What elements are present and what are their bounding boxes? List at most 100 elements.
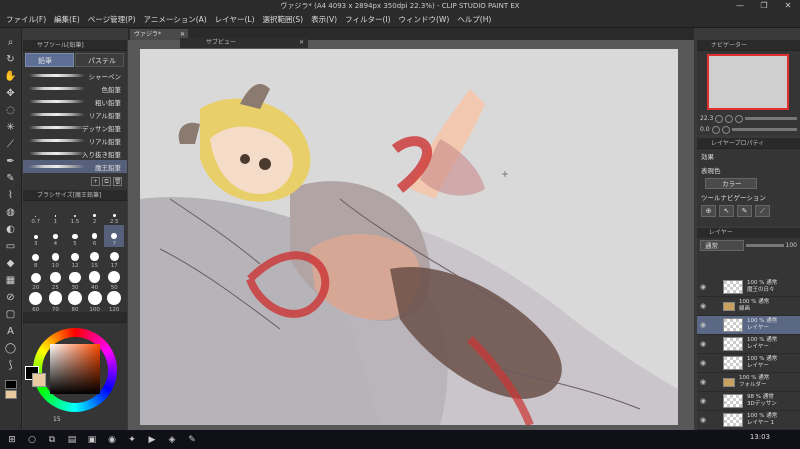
menu-file[interactable]: ファイル(F) [6, 14, 46, 25]
blend-mode-select[interactable]: 通常 [700, 239, 744, 251]
saturation-value-square[interactable] [50, 344, 100, 394]
pointer-icon[interactable]: ↖ [719, 205, 734, 217]
maximize-button[interactable]: ❐ [752, 0, 776, 12]
clipstudio-icon[interactable]: ✎ [184, 433, 200, 447]
menu-filter[interactable]: フィルター(I) [345, 14, 390, 25]
gradient-icon[interactable]: ▦ [3, 272, 19, 288]
search-icon[interactable]: ○ [24, 433, 40, 447]
tab-pencil[interactable]: 鉛筆 [25, 53, 74, 67]
layer-row[interactable]: ◉ 100 % 通常 レイヤー 1 [697, 411, 800, 430]
brush-size-cell[interactable]: 25 [46, 269, 66, 291]
brush-size-cell[interactable]: 60 [26, 291, 46, 313]
add-subtool-icon[interactable]: + [91, 177, 100, 186]
pencil-icon[interactable]: ✎ [3, 170, 19, 186]
zoom-out-icon[interactable] [715, 114, 724, 123]
eye-icon[interactable]: ◉ [697, 340, 709, 348]
eye-icon[interactable]: ◉ [697, 359, 709, 367]
layer-row[interactable]: ◉ 100 % 通常 線画 [697, 297, 800, 316]
canvas-artwork[interactable] [140, 49, 678, 425]
brush-icon[interactable]: ⌇ [3, 187, 19, 203]
layer-row[interactable]: ◉ 100 % 通常 レイヤー [697, 316, 800, 335]
pen-icon[interactable]: ✒ [3, 153, 19, 169]
eye-icon[interactable]: ◉ [697, 302, 709, 310]
rotate-icon[interactable]: ↻ [3, 51, 19, 67]
lasso-icon[interactable]: ◌ [3, 102, 19, 118]
twitter-icon[interactable]: ✦ [124, 433, 140, 447]
explorer-icon[interactable]: ▤ [64, 433, 80, 447]
brush-size-cell[interactable]: 2 [85, 203, 105, 225]
brush-size-cell[interactable]: 15 [85, 247, 105, 269]
layer-row[interactable]: ◉ 100 % 通常 フォルダー [697, 373, 800, 392]
figure-icon[interactable]: ⊘ [3, 289, 19, 305]
layer-row[interactable]: ◉ 100 % 通常 レイヤー [697, 335, 800, 354]
brush-size-cell[interactable]: 1.5 [65, 203, 85, 225]
pen-nav-icon[interactable]: ✎ [737, 205, 752, 217]
blend-icon[interactable]: ◐ [3, 221, 19, 237]
layer-row[interactable]: ◉ 100 % 通常 魔王の日々 [697, 278, 800, 297]
brush-size-cell[interactable]: 70 [46, 291, 66, 313]
brush-size-cell[interactable]: 10 [46, 247, 66, 269]
brush-size-cell[interactable]: 8 [26, 247, 46, 269]
brush-size-cell[interactable]: 20 [26, 269, 46, 291]
brush-size-cell[interactable]: 3 [26, 225, 46, 247]
store-icon[interactable]: ▣ [84, 433, 100, 447]
brush-size-cell[interactable]: 12 [65, 247, 85, 269]
eye-icon[interactable]: ◉ [697, 378, 709, 386]
display-color-select[interactable]: カラー [705, 178, 757, 189]
brush-item[interactable]: デッサン鉛筆 [23, 121, 127, 134]
eye-icon[interactable]: ◉ [697, 416, 709, 424]
hand-icon[interactable]: ✋ [3, 68, 19, 84]
delete-subtool-icon[interactable]: 🗑 [113, 177, 122, 186]
main-color-swatch[interactable] [4, 380, 17, 389]
airbrush-icon[interactable]: ◍ [3, 204, 19, 220]
background-color[interactable] [32, 373, 46, 387]
chrome-icon[interactable]: ◉ [104, 433, 120, 447]
balloon-icon[interactable]: ◯ [3, 340, 19, 356]
zoom-icon[interactable]: ⌕ [3, 34, 19, 50]
minimize-button[interactable]: — [728, 0, 752, 12]
task-view-icon[interactable]: ⧉ [44, 433, 60, 447]
menu-selection[interactable]: 選択範囲(S) [263, 14, 304, 25]
eraser-icon[interactable]: ▭ [3, 238, 19, 254]
menu-edit[interactable]: 編集(E) [54, 14, 80, 25]
brush-item[interactable]: 入り抜き鉛筆 [23, 147, 127, 160]
menu-animation[interactable]: アニメーション(A) [144, 14, 207, 25]
ruler-icon[interactable]: ⊕ [701, 205, 716, 217]
brush-item[interactable]: 色鉛筆 [23, 82, 127, 95]
brush-size-cell[interactable]: 6 [85, 225, 105, 247]
brush-size-cell[interactable]: 0.7 [26, 203, 46, 225]
eye-icon[interactable]: ◉ [697, 397, 709, 405]
tab-pastel[interactable]: パステル [75, 53, 124, 67]
brush-nav-icon[interactable]: ⟋ [755, 205, 770, 217]
eye-icon[interactable]: ◉ [697, 283, 709, 291]
menu-window[interactable]: ウィンドウ(W) [399, 14, 450, 25]
frame-icon[interactable]: ▢ [3, 306, 19, 322]
rotate-left-icon[interactable] [711, 125, 720, 134]
brush-size-cell[interactable]: 7 [104, 225, 124, 247]
menu-page[interactable]: ページ管理(P) [88, 14, 136, 25]
close-subview-icon[interactable]: ✕ [299, 38, 304, 48]
menu-layer[interactable]: レイヤー(L) [215, 14, 255, 25]
brush-size-cell[interactable]: 1 [46, 203, 66, 225]
windows-icon[interactable]: ⊞ [4, 433, 20, 447]
move-icon[interactable]: ✥ [3, 85, 19, 101]
rotate-slider[interactable] [731, 128, 797, 131]
brush-item[interactable]: 粗い鉛筆 [23, 95, 127, 108]
layer-row[interactable]: ◉ 100 % 通常 レイヤー [697, 354, 800, 373]
close-button[interactable]: ✕ [776, 0, 800, 12]
navigator-thumbnail[interactable] [707, 54, 789, 110]
auto-select-icon[interactable]: ✳ [3, 119, 19, 135]
zoom-in-icon[interactable] [725, 114, 734, 123]
brush-size-cell[interactable]: 120 [104, 291, 124, 313]
sub-color-swatch[interactable] [4, 390, 17, 399]
brush-size-cell[interactable]: 17 [104, 247, 124, 269]
brush-item[interactable]: リアル鉛筆 [23, 134, 127, 147]
fill-icon[interactable]: ◆ [3, 255, 19, 271]
rotate-right-icon[interactable] [721, 125, 730, 134]
brush-size-cell[interactable]: 50 [104, 269, 124, 291]
opacity-slider[interactable] [746, 243, 784, 247]
brush-item[interactable]: シャーペン [23, 69, 127, 82]
line-correct-icon[interactable]: ⟆ [3, 357, 19, 373]
brush-size-cell[interactable]: 30 [65, 269, 85, 291]
menu-view[interactable]: 表示(V) [311, 14, 337, 25]
